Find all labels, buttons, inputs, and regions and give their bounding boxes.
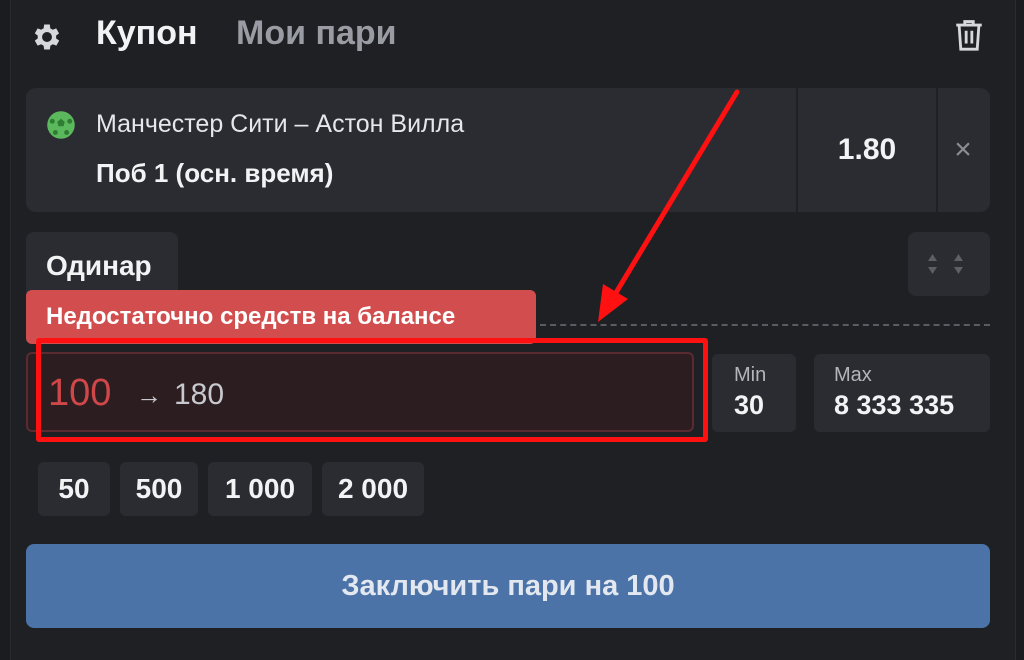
bet-type-label: Одинар xyxy=(46,250,152,281)
gear-icon[interactable] xyxy=(30,20,64,54)
odds-value: 1.80 xyxy=(796,88,938,212)
divider xyxy=(540,324,990,326)
min-label: Min xyxy=(734,364,767,386)
bet-outcome: Поб 1 (осн. время) xyxy=(96,158,334,188)
football-icon xyxy=(47,111,75,139)
tab-coupon[interactable]: Купон xyxy=(96,14,198,53)
annotation-highlight xyxy=(36,338,708,442)
place-bet-button[interactable]: Заключить пари на 100 xyxy=(26,544,990,628)
trash-icon[interactable] xyxy=(952,16,986,54)
insufficient-funds-error: Недостаточно средств на балансе xyxy=(26,290,536,344)
max-label: Max xyxy=(834,364,872,386)
max-value: 8 333 335 xyxy=(834,390,955,420)
close-icon[interactable]: × xyxy=(936,88,990,212)
max-stake-button[interactable]: Max 8 333 335 xyxy=(814,354,990,432)
quick-amount-2000[interactable]: 2 000 xyxy=(322,462,424,516)
quick-amount-50[interactable]: 50 xyxy=(38,462,110,516)
tab-my-bets[interactable]: Мои пари xyxy=(236,14,397,53)
sort-arrows-icon xyxy=(928,254,963,274)
min-value: 30 xyxy=(734,390,765,420)
quick-amount-500[interactable]: 500 xyxy=(120,462,198,516)
min-stake-button[interactable]: Min 30 xyxy=(712,354,796,432)
match-name: Манчестер Сити – Астон Вилла xyxy=(96,110,465,138)
quick-amount-1000[interactable]: 1 000 xyxy=(208,462,312,516)
sort-button[interactable] xyxy=(908,232,990,296)
event-card: Манчестер Сити – Астон Вилла Поб 1 (осн.… xyxy=(26,88,990,212)
